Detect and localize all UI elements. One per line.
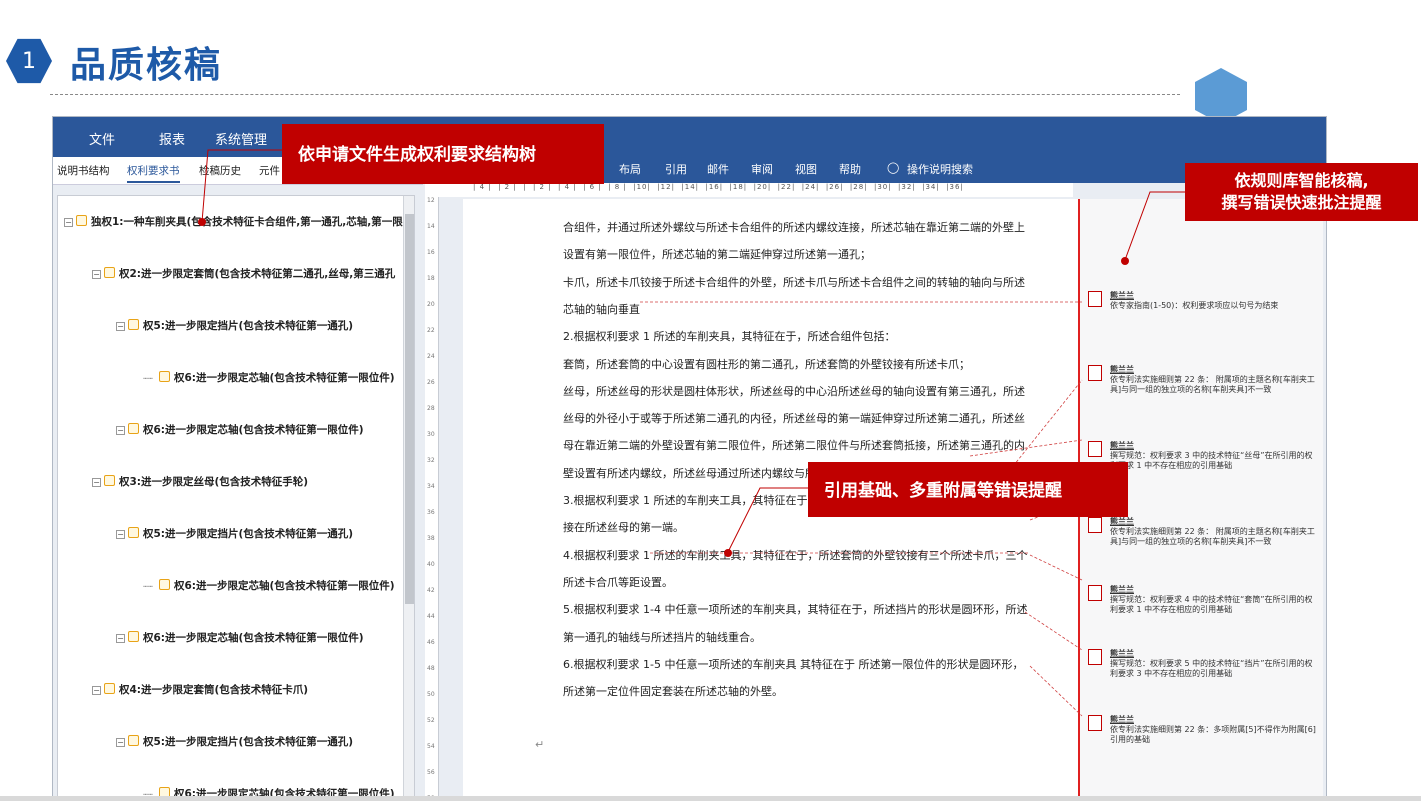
callout-dot — [1121, 257, 1129, 265]
callout-lines — [201, 149, 1185, 717]
callout-reference-errors: 引用基础、多重附属等错误提醒 — [808, 462, 1128, 517]
callout-dot — [198, 218, 206, 226]
callout-dot — [724, 549, 732, 557]
callout-structure-tree: 依申请文件生成权利要求结构树 — [282, 124, 604, 184]
callout-rules-check: 依规则库智能核稿, 撰写错误快速批注提醒 — [1185, 163, 1418, 221]
